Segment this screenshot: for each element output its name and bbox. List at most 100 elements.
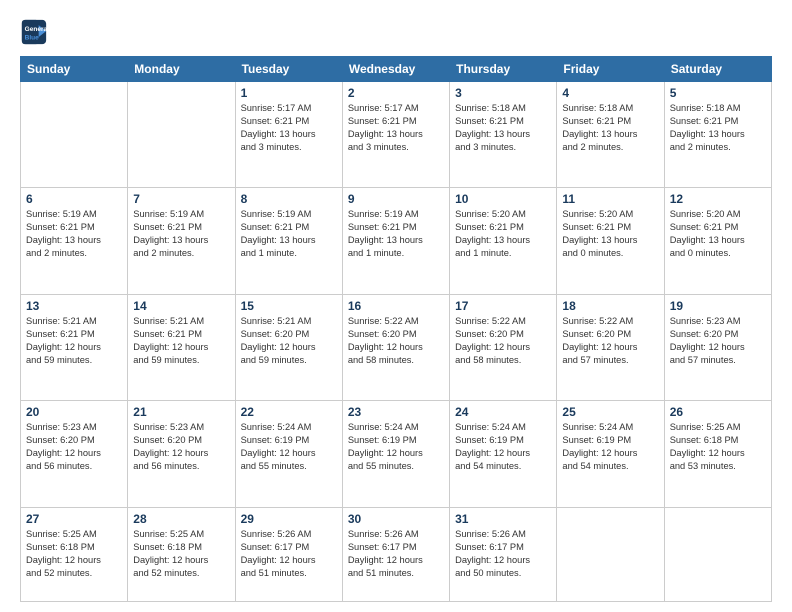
day-number: 4: [562, 86, 658, 100]
day-info: Sunrise: 5:21 AM Sunset: 6:20 PM Dayligh…: [241, 315, 337, 367]
day-info: Sunrise: 5:20 AM Sunset: 6:21 PM Dayligh…: [455, 208, 551, 260]
day-info: Sunrise: 5:18 AM Sunset: 6:21 PM Dayligh…: [670, 102, 766, 154]
day-cell: 6 Sunrise: 5:19 AM Sunset: 6:21 PM Daylig…: [21, 188, 128, 294]
day-number: 18: [562, 299, 658, 313]
day-info: Sunrise: 5:19 AM Sunset: 6:21 PM Dayligh…: [241, 208, 337, 260]
day-info: Sunrise: 5:24 AM Sunset: 6:19 PM Dayligh…: [455, 421, 551, 473]
day-number: 14: [133, 299, 229, 313]
day-cell: 29Sunrise: 5:26 AM Sunset: 6:17 PM Dayli…: [235, 507, 342, 601]
day-info: Sunrise: 5:23 AM Sunset: 6:20 PM Dayligh…: [26, 421, 122, 473]
day-info: Sunrise: 5:19 AM Sunset: 6:21 PM Dayligh…: [26, 208, 122, 260]
day-cell: 28 Sunrise: 5:25 AM Sunset: 6:18 PM Dayli…: [128, 507, 235, 601]
week-row-5: 27 Sunrise: 5:25 AM Sunset: 6:18 PM Dayli…: [21, 507, 772, 601]
day-info: Sunrise: 5:24 AM Sunset: 6:19 PM Dayligh…: [348, 421, 444, 473]
day-info: Sunrise: 5:18 AM Sunset: 6:21 PM Dayligh…: [455, 102, 551, 154]
day-info: Sunrise: 5:25 AM Sunset: 6:18 PM Dayligh…: [670, 421, 766, 473]
day-number: 20: [26, 405, 122, 419]
logo: General Blue: [20, 18, 53, 46]
day-cell: 2 Sunrise: 5:17 AM Sunset: 6:21 PM Daylig…: [342, 82, 449, 188]
day-number: 6: [26, 192, 122, 206]
day-cell: 17Sunrise: 5:22 AM Sunset: 6:20 PM Dayli…: [450, 294, 557, 400]
day-cell: 4 Sunrise: 5:18 AM Sunset: 6:21 PM Daylig…: [557, 82, 664, 188]
svg-text:Blue: Blue: [25, 34, 39, 41]
weekday-header-wednesday: Wednesday: [342, 57, 449, 82]
calendar-header-row: SundayMondayTuesdayWednesdayThursdayFrid…: [21, 57, 772, 82]
day-cell: 16Sunrise: 5:22 AM Sunset: 6:20 PM Dayli…: [342, 294, 449, 400]
day-number: 30: [348, 512, 444, 526]
day-cell: 11 Sunrise: 5:20 AM Sunset: 6:21 PM Dayli…: [557, 188, 664, 294]
day-info: Sunrise: 5:20 AM Sunset: 6:21 PM Dayligh…: [670, 208, 766, 260]
day-number: 23: [348, 405, 444, 419]
day-number: 1: [241, 86, 337, 100]
weekday-header-friday: Friday: [557, 57, 664, 82]
day-cell: 19Sunrise: 5:23 AM Sunset: 6:20 PM Dayli…: [664, 294, 771, 400]
day-info: Sunrise: 5:21 AM Sunset: 6:21 PM Dayligh…: [133, 315, 229, 367]
week-row-4: 20 Sunrise: 5:23 AM Sunset: 6:20 PM Dayli…: [21, 401, 772, 507]
day-info: Sunrise: 5:26 AM Sunset: 6:17 PM Dayligh…: [455, 528, 551, 580]
day-number: 8: [241, 192, 337, 206]
day-cell: 20 Sunrise: 5:23 AM Sunset: 6:20 PM Dayli…: [21, 401, 128, 507]
day-cell: 12Sunrise: 5:20 AM Sunset: 6:21 PM Dayli…: [664, 188, 771, 294]
day-info: Sunrise: 5:23 AM Sunset: 6:20 PM Dayligh…: [133, 421, 229, 473]
day-cell: 18Sunrise: 5:22 AM Sunset: 6:20 PM Dayli…: [557, 294, 664, 400]
svg-text:General: General: [25, 26, 48, 33]
day-cell: 21 Sunrise: 5:23 AM Sunset: 6:20 PM Dayli…: [128, 401, 235, 507]
day-number: 28: [133, 512, 229, 526]
day-info: Sunrise: 5:20 AM Sunset: 6:21 PM Dayligh…: [562, 208, 658, 260]
day-cell: 24Sunrise: 5:24 AM Sunset: 6:19 PM Dayli…: [450, 401, 557, 507]
day-cell: 25 Sunrise: 5:24 AM Sunset: 6:19 PM Dayli…: [557, 401, 664, 507]
day-number: 16: [348, 299, 444, 313]
day-cell: 3 Sunrise: 5:18 AM Sunset: 6:21 PM Daylig…: [450, 82, 557, 188]
week-row-3: 13 Sunrise: 5:21 AM Sunset: 6:21 PM Dayli…: [21, 294, 772, 400]
day-info: Sunrise: 5:24 AM Sunset: 6:19 PM Dayligh…: [562, 421, 658, 473]
day-number: 11: [562, 192, 658, 206]
weekday-header-tuesday: Tuesday: [235, 57, 342, 82]
week-row-1: 1 Sunrise: 5:17 AM Sunset: 6:21 PM Daylig…: [21, 82, 772, 188]
day-cell: 14 Sunrise: 5:21 AM Sunset: 6:21 PM Dayli…: [128, 294, 235, 400]
day-cell: 26 Sunrise: 5:25 AM Sunset: 6:18 PM Dayli…: [664, 401, 771, 507]
day-info: Sunrise: 5:18 AM Sunset: 6:21 PM Dayligh…: [562, 102, 658, 154]
header: General Blue: [20, 18, 772, 46]
day-number: 19: [670, 299, 766, 313]
day-info: Sunrise: 5:17 AM Sunset: 6:21 PM Dayligh…: [241, 102, 337, 154]
day-info: Sunrise: 5:17 AM Sunset: 6:21 PM Dayligh…: [348, 102, 444, 154]
day-number: 13: [26, 299, 122, 313]
day-cell: 30 Sunrise: 5:26 AM Sunset: 6:17 PM Dayli…: [342, 507, 449, 601]
day-cell: 27 Sunrise: 5:25 AM Sunset: 6:18 PM Dayli…: [21, 507, 128, 601]
weekday-header-monday: Monday: [128, 57, 235, 82]
day-number: 21: [133, 405, 229, 419]
day-cell: [128, 82, 235, 188]
day-info: Sunrise: 5:25 AM Sunset: 6:18 PM Dayligh…: [133, 528, 229, 580]
weekday-header-sunday: Sunday: [21, 57, 128, 82]
day-cell: 23 Sunrise: 5:24 AM Sunset: 6:19 PM Dayli…: [342, 401, 449, 507]
day-info: Sunrise: 5:24 AM Sunset: 6:19 PM Dayligh…: [241, 421, 337, 473]
day-cell: 22 Sunrise: 5:24 AM Sunset: 6:19 PM Dayli…: [235, 401, 342, 507]
day-info: Sunrise: 5:26 AM Sunset: 6:17 PM Dayligh…: [348, 528, 444, 580]
day-info: Sunrise: 5:19 AM Sunset: 6:21 PM Dayligh…: [348, 208, 444, 260]
day-cell: [21, 82, 128, 188]
day-number: 9: [348, 192, 444, 206]
day-cell: 31Sunrise: 5:26 AM Sunset: 6:17 PM Dayli…: [450, 507, 557, 601]
day-number: 22: [241, 405, 337, 419]
day-number: 15: [241, 299, 337, 313]
day-number: 5: [670, 86, 766, 100]
day-number: 27: [26, 512, 122, 526]
day-number: 2: [348, 86, 444, 100]
day-number: 3: [455, 86, 551, 100]
day-cell: 1 Sunrise: 5:17 AM Sunset: 6:21 PM Daylig…: [235, 82, 342, 188]
week-row-2: 6 Sunrise: 5:19 AM Sunset: 6:21 PM Daylig…: [21, 188, 772, 294]
weekday-header-saturday: Saturday: [664, 57, 771, 82]
weekday-header-thursday: Thursday: [450, 57, 557, 82]
day-info: Sunrise: 5:25 AM Sunset: 6:18 PM Dayligh…: [26, 528, 122, 580]
day-number: 25: [562, 405, 658, 419]
page: General Blue SundayMondayTuesdayWednesda…: [0, 0, 792, 612]
day-cell: 7Sunrise: 5:19 AM Sunset: 6:21 PM Daylig…: [128, 188, 235, 294]
day-number: 10: [455, 192, 551, 206]
day-cell: 9 Sunrise: 5:19 AM Sunset: 6:21 PM Daylig…: [342, 188, 449, 294]
day-cell: 8 Sunrise: 5:19 AM Sunset: 6:21 PM Daylig…: [235, 188, 342, 294]
day-number: 17: [455, 299, 551, 313]
day-number: 26: [670, 405, 766, 419]
calendar-table: SundayMondayTuesdayWednesdayThursdayFrid…: [20, 56, 772, 602]
day-cell: [664, 507, 771, 601]
day-cell: 5 Sunrise: 5:18 AM Sunset: 6:21 PM Daylig…: [664, 82, 771, 188]
